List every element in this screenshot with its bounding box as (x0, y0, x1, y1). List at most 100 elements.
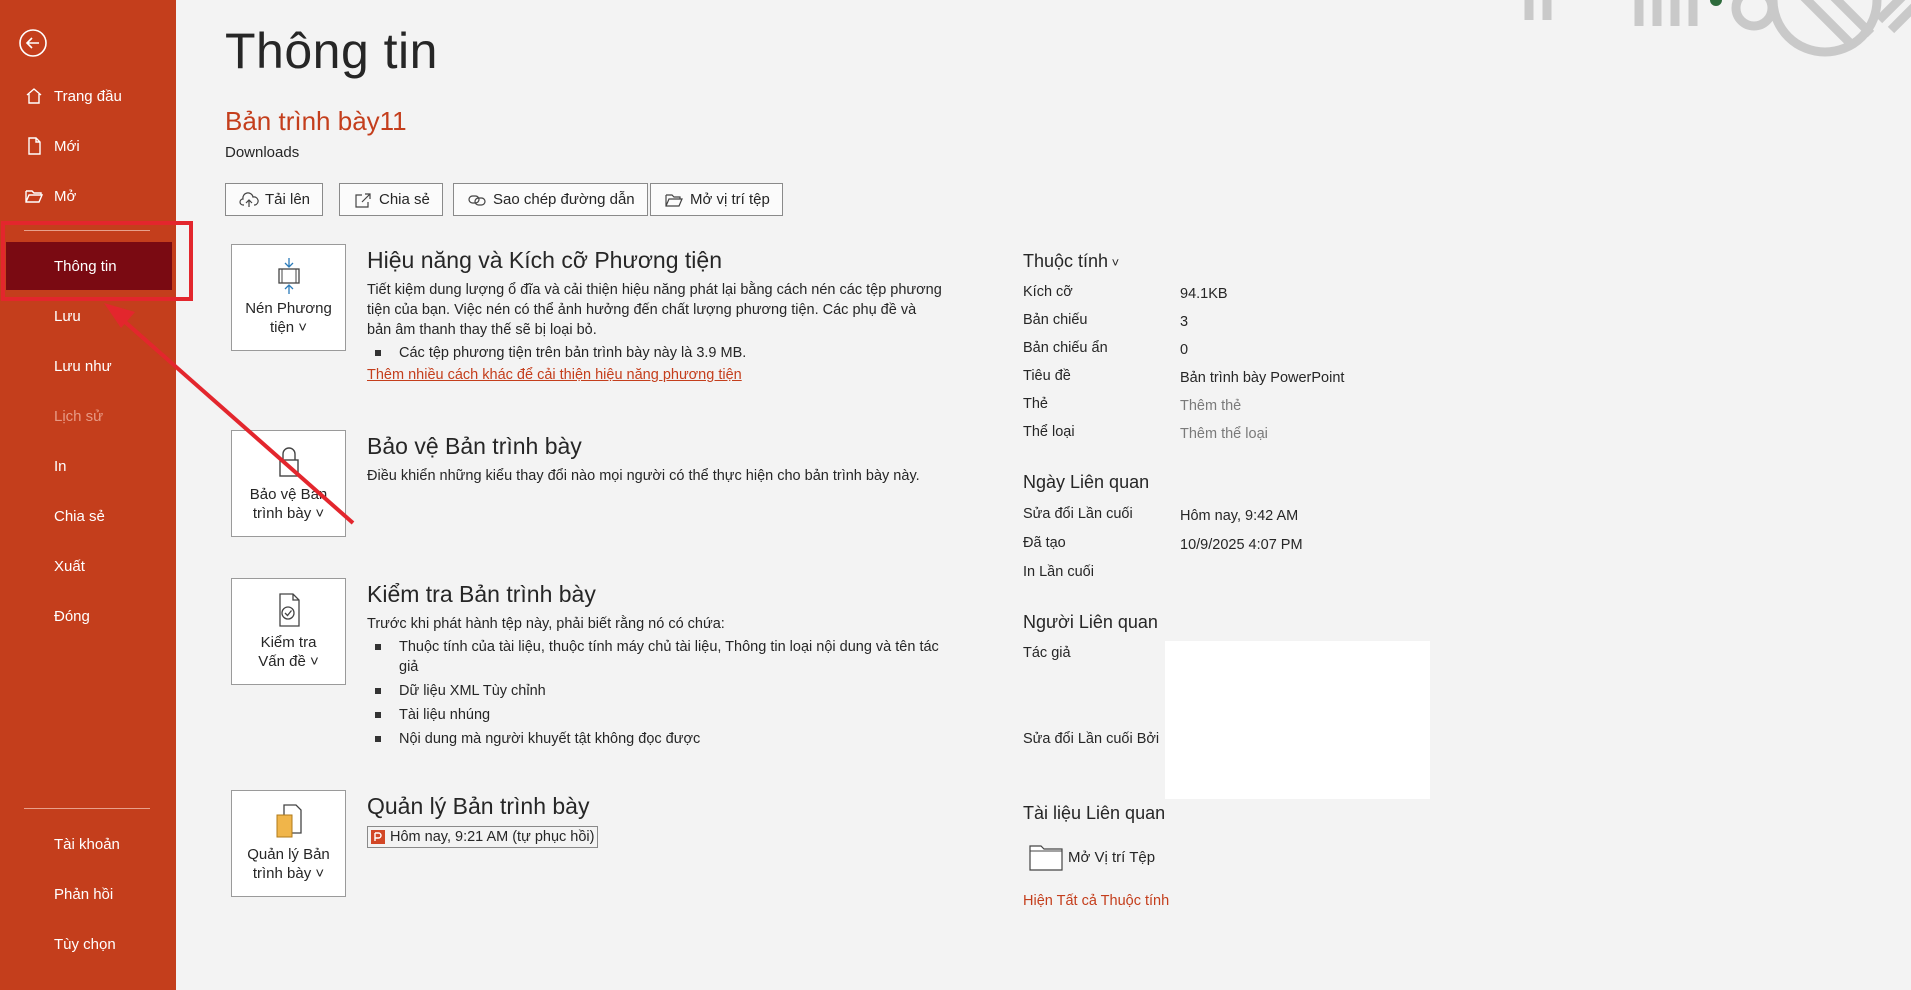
check-for-issues-button[interactable]: Kiểm tra Vấn đề ˅ (231, 578, 346, 685)
related-dates-heading: Ngày Liên quan (1023, 472, 1150, 492)
manage-presentation-button[interactable]: Quản lý Bản trình bày ˅ (231, 790, 346, 897)
tile-label: Quản lý Bản (247, 846, 330, 863)
sidebar-item-account[interactable]: Tài khoản (0, 822, 176, 866)
prop-value-tags[interactable]: Thêm thẻ (1180, 398, 1241, 414)
annotation-highlight-box (1, 221, 193, 301)
open-file-location-link[interactable]: Mở Vị trí Tệp (1028, 842, 1155, 872)
compress-media-icon (277, 258, 300, 294)
sidebar-item-home[interactable]: Trang đầu (0, 74, 176, 118)
sidebar-item-label: Tùy chọn (54, 935, 116, 953)
prop-value-categories[interactable]: Thêm thể loại (1180, 426, 1268, 442)
sidebar-divider (24, 808, 150, 809)
prop-label-title: Tiêu đề (1023, 368, 1071, 384)
open-file-location-label: Mở vị trí tệp (690, 191, 770, 208)
lock-icon (278, 447, 299, 477)
sidebar-item-label: Trang đầu (54, 87, 122, 105)
list-item: Tài liệu nhúng (371, 705, 946, 725)
back-arrow-icon[interactable] (18, 28, 48, 58)
improve-media-link[interactable]: Thêm nhiều cách khác để cải thiện hiệu n… (367, 367, 742, 383)
date-label-modified: Sửa đổi Lần cuối (1023, 506, 1133, 522)
version-label: Hôm nay, 9:21 AM (tự phục hồi) (390, 829, 595, 845)
tile-label: tiện (269, 319, 295, 336)
list-item: Các tệp phương tiện trên bản trình bày n… (371, 343, 946, 363)
page-title: Thông tin (225, 23, 438, 79)
chevron-down-icon: ˅ (305, 653, 319, 670)
tile-label: trình bày (252, 505, 312, 522)
inspect-bullet-list: Thuộc tính của tài liệu, thuộc tính máy … (371, 637, 946, 753)
sidebar-item-label: Tài khoản (54, 835, 120, 853)
media-section-heading: Hiệu năng và Kích cỡ Phương tiện (367, 247, 722, 273)
protect-presentation-button[interactable]: Bảo vệ Bản trình bày ˅ (231, 430, 346, 537)
date-value-modified: Hôm nay, 9:42 AM (1180, 508, 1299, 524)
sidebar-item-export[interactable]: Xuất (0, 544, 176, 588)
share-icon (353, 191, 373, 209)
show-all-properties-link[interactable]: Hiện Tất cả Thuộc tính (1023, 893, 1169, 909)
prop-label-tags: Thẻ (1023, 396, 1048, 412)
link-icon (467, 191, 487, 209)
manage-document-icon (276, 804, 302, 838)
media-section-text: Tiết kiệm dung lượng ổ đĩa và cải thiện … (367, 282, 942, 338)
new-document-icon (24, 136, 50, 156)
tile-label: trình bày (252, 865, 312, 882)
prop-value-title[interactable]: Bản trình bày PowerPoint (1180, 370, 1344, 386)
list-item: Nội dung mà người khuyết tật không đọc đ… (371, 729, 946, 749)
list-item: Dữ liệu XML Tùy chỉnh (371, 681, 946, 701)
sidebar-item-label: Lưu như (54, 357, 112, 375)
prop-label-slides: Bản chiếu (1023, 312, 1088, 328)
document-location: Downloads (225, 144, 300, 161)
sidebar-item-options[interactable]: Tùy chọn (0, 922, 176, 966)
prop-label-categories: Thể loại (1023, 424, 1075, 440)
home-icon (24, 86, 50, 106)
tile-label: Nén Phương (245, 300, 332, 317)
copy-path-button[interactable]: Sao chép đường dẫn (453, 183, 648, 216)
properties-heading: Thuộc tính (1023, 251, 1109, 271)
sidebar-item-label: Lịch sử (54, 407, 104, 425)
protect-section-text: Điều khiển những kiểu thay đổi nào mọi n… (367, 468, 920, 484)
date-label-created: Đã tạo (1023, 535, 1066, 551)
share-label: Chia sẻ (379, 191, 430, 208)
sidebar-item-label: Xuất (54, 557, 85, 575)
copy-path-label: Sao chép đường dẫn (493, 191, 635, 208)
sidebar-item-label: Chia sẻ (54, 507, 105, 525)
sidebar-item-label: In (54, 457, 67, 475)
chevron-down-icon: ˅ (311, 865, 325, 882)
tile-label: Bảo vệ Bản (249, 486, 328, 503)
compress-media-button[interactable]: Nén Phương tiện ˅ (231, 244, 346, 351)
sidebar-item-feedback[interactable]: Phản hồi (0, 872, 176, 916)
sidebar-item-label: Mới (54, 137, 80, 155)
related-people-heading: Người Liên quan (1023, 612, 1158, 632)
sidebar-item-close[interactable]: Đóng (0, 594, 176, 638)
chevron-down-icon: ˅ (1108, 255, 1120, 270)
related-documents-heading: Tài liệu Liên quan (1023, 803, 1166, 823)
folder-icon (1029, 845, 1063, 871)
list-item: Thuộc tính của tài liệu, thuộc tính máy … (371, 637, 946, 677)
protect-section-heading: Bảo vệ Bản trình bày (367, 433, 582, 459)
sidebar-item-share[interactable]: Chia sẻ (0, 494, 176, 538)
sidebar-item-open[interactable]: Mở (0, 174, 176, 218)
sidebar-item-new[interactable]: Mới (0, 124, 176, 168)
open-file-location-button[interactable]: Mở vị trí tệp (650, 183, 783, 216)
chevron-down-icon: ˅ (294, 319, 308, 336)
chevron-down-icon: ˅ (311, 505, 325, 522)
properties-dropdown[interactable]: Thuộc tính ˅ (1023, 251, 1119, 272)
upload-button[interactable]: Tải lên (225, 183, 324, 216)
tile-label: Vấn đề (258, 653, 306, 670)
folder-open-icon (664, 191, 684, 209)
prop-value-hidden-slides: 0 (1180, 342, 1189, 358)
tile-label: Kiểm tra (260, 634, 317, 651)
open-folder-icon (24, 186, 50, 206)
share-button[interactable]: Chia sẻ (339, 183, 443, 216)
media-bullet-list: Các tệp phương tiện trên bản trình bày n… (371, 343, 946, 367)
upload-cloud-icon (239, 191, 259, 209)
sidebar-item-save-as[interactable]: Lưu như (0, 344, 176, 388)
sidebar-item-print[interactable]: In (0, 444, 176, 488)
last-modified-by-label: Sửa đổi Lần cuối Bởi (1023, 731, 1160, 747)
manage-section-heading: Quản lý Bản trình bày (367, 793, 590, 819)
autosave-version-item[interactable]: Hôm nay, 9:21 AM (tự phục hồi) (367, 826, 599, 848)
prop-value-slides: 3 (1180, 314, 1189, 330)
sidebar-item-label: Phản hồi (54, 885, 114, 903)
upload-label: Tải lên (265, 191, 311, 208)
sidebar-item-label: Đóng (54, 607, 90, 625)
prop-value-size: 94.1KB (1180, 286, 1228, 302)
sidebar-item-label: Mở (54, 187, 77, 205)
